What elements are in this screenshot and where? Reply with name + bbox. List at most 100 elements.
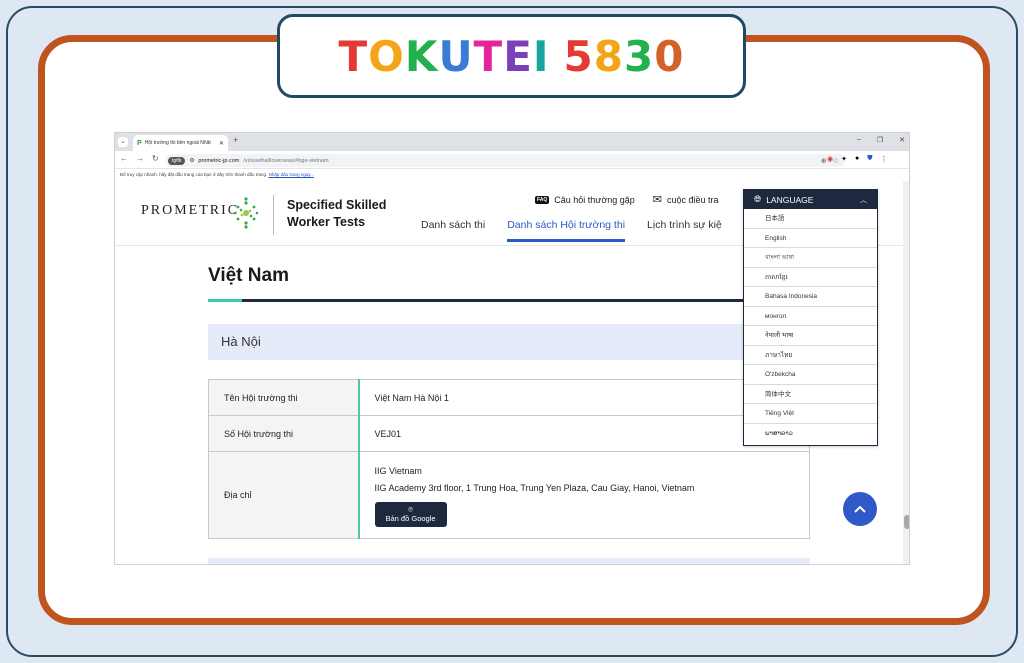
banner-title: T O K U T E I 5 8 3 0 (277, 14, 746, 98)
favicon-icon: P (137, 139, 142, 147)
address-line1: IIG Vietnam (374, 466, 422, 476)
language-option-uz[interactable]: O'zbekcha (744, 365, 877, 385)
banner-letter: 3 (624, 31, 655, 81)
language-option-ja[interactable]: 日本語 (744, 209, 877, 229)
profile-icon[interactable]: ● (855, 155, 859, 163)
import-bookmarks-link[interactable]: Nhập dấu trang ngay... (269, 172, 314, 177)
country-heading: Việt Nam (208, 265, 289, 286)
banner-letter: E (503, 31, 533, 81)
url-host: prometric-jp.com (198, 157, 240, 164)
language-option-lo[interactable]: ພາສາລາວ (744, 424, 877, 444)
hall-no-label: Số Hội trường thi (208, 415, 360, 452)
forward-icon[interactable]: → (136, 154, 144, 163)
language-option-ne[interactable]: नेपाली भाषा (744, 326, 877, 346)
language-option-id[interactable]: Bahasa Indonesia (744, 287, 877, 307)
table-row: Số Hội trường thi VEJ01 (208, 415, 810, 452)
language-option-bn[interactable]: বাংলা ভাষা (744, 248, 877, 268)
banner-letter: 8 (593, 31, 625, 81)
language-option-th[interactable]: ภาษาไทย (744, 346, 877, 365)
address-line2: IIG Academy 3rd floor, 1 Trung Hoa, Trun… (374, 483, 695, 493)
address-label: Địa chỉ (208, 451, 360, 539)
browser-tab[interactable]: P Hội trường thi bên ngoài Nhật ✕ (133, 135, 228, 151)
new-tab-button[interactable]: + (233, 135, 238, 145)
chevron-up-icon: ︿ (860, 196, 867, 204)
tab-title: Hội trường thi bên ngoài Nhật (144, 140, 211, 146)
table-row: Địa chỉ IIG Vietnam IIG Academy 3rd floo… (208, 451, 810, 539)
faq-label: Câu hỏi thường gặp (554, 194, 635, 205)
tab-bar: ⌄ P Hội trường thi bên ngoài Nhật ✕ + – … (115, 133, 909, 151)
logo-divider (273, 195, 274, 235)
language-label: LANGUAGE (766, 194, 814, 205)
minimize-icon[interactable]: – (857, 136, 861, 144)
banner-letter: T (473, 31, 504, 81)
close-tab-icon[interactable]: ✕ (219, 140, 224, 147)
heading-underline (208, 299, 810, 302)
globe-icon: 🌐︎ (754, 194, 762, 204)
extensions: ◉ ✦ ● ⛊ ⋮ (827, 155, 887, 163)
extension-icon[interactable]: ◉ (827, 155, 833, 163)
menu-icon[interactable]: ⋮ (880, 155, 887, 163)
site-title-line2: Worker Tests (287, 215, 366, 229)
survey-link[interactable]: ✉ cuộc điều tra (653, 193, 719, 206)
site-info-icon[interactable]: ⚙ (189, 158, 194, 164)
scrollbar-thumb[interactable] (904, 515, 909, 529)
chevron-up-icon (854, 505, 866, 513)
infobar-text: Để truy cập nhanh, hãy đặt dấu trang của… (120, 172, 268, 177)
google-map-button[interactable]: ⌾ Bản đồ Google (374, 502, 447, 527)
language-option-vi[interactable]: Tiếng Việt (744, 404, 877, 424)
utility-links: FAQ Câu hỏi thường gặp ✉ cuộc điều tra (535, 193, 719, 206)
banner-letter: O (368, 31, 405, 81)
city-heading: Hà Nội (208, 324, 810, 360)
scroll-to-top-button[interactable] (843, 492, 877, 526)
nav-schedule[interactable]: Lịch trình sự kiệ (647, 219, 722, 231)
map-button-label: Bản đồ Google (385, 514, 436, 523)
page-scrollbar[interactable] (903, 181, 909, 564)
restore-icon[interactable]: ❐ (877, 136, 883, 144)
faq-link[interactable]: FAQ Câu hỏi thường gặp (535, 193, 635, 206)
banner-letter: 0 (654, 31, 685, 81)
site-title[interactable]: Specified Skilled Worker Tests (287, 197, 386, 231)
reload-icon[interactable]: ↻ (152, 154, 159, 163)
site-title-line1: Specified Skilled (287, 198, 387, 212)
language-option-mn[interactable]: монгол (744, 307, 877, 326)
hall-name-label: Tên Hội trường thi (208, 379, 360, 416)
main-nav: Danh sách thi Danh sách Hội trường thi L… (421, 219, 722, 242)
url-path: /vi/ssw/hall/overseas/#bge-vietnam (243, 157, 329, 164)
nav-exam-list[interactable]: Danh sách thi (421, 219, 485, 231)
hall-info-table: Tên Hội trường thi Việt Nam Hà Nội 1 Số … (208, 379, 810, 539)
zoom-icon[interactable]: ⊕ (821, 157, 827, 165)
faq-icon: FAQ (535, 195, 550, 204)
language-toggle[interactable]: 🌐︎ LANGUAGE ︿ (744, 190, 877, 209)
nav-buttons: ← → ↻ (120, 154, 159, 163)
banner-letter: U (438, 31, 474, 81)
hall-name-value: Việt Nam Hà Nội 1 (358, 379, 810, 416)
shield-icon[interactable]: ⛊ (867, 155, 872, 163)
window-controls: – ❐ ✕ (857, 136, 905, 144)
address-bar: ← → ↻ tgtfk ⚙ prometric-jp.com/vi/ssw/ha… (115, 151, 909, 169)
nav-hall-list[interactable]: Danh sách Hội trường thi (507, 219, 625, 242)
address-cell: IIG Vietnam IIG Academy 3rd floor, 1 Tru… (358, 451, 810, 539)
prometric-star-icon (233, 197, 259, 229)
language-option-en[interactable]: English (744, 229, 877, 248)
language-option-zh[interactable]: 简体中文 (744, 385, 877, 404)
close-window-icon[interactable]: ✕ (899, 136, 905, 144)
banner-letter: T (338, 31, 369, 81)
heading-underline-accent (208, 299, 242, 302)
profile-chip[interactable]: tgtfk (168, 156, 186, 165)
tab-search-icon[interactable]: ⌄ (118, 137, 128, 147)
language-list: 日本語 English বাংলা ভাষা ភាសាខ្មែរ Bahasa … (744, 209, 877, 443)
survey-label: cuộc điều tra (666, 194, 719, 205)
mail-icon: ✉ (652, 194, 662, 206)
hall-no-value: VEJ01 (358, 415, 810, 452)
puzzle-icon[interactable]: ✦ (841, 155, 847, 163)
banner-letter: K (404, 31, 439, 81)
prometric-logo[interactable]: PROMETRIC (141, 203, 239, 219)
banner-letter: 5 (563, 31, 594, 81)
language-option-km[interactable]: ភាសាខ្មែរ (744, 268, 877, 287)
url-field[interactable]: tgtfk ⚙ prometric-jp.com/vi/ssw/hall/ove… (165, 154, 845, 167)
back-icon[interactable]: ← (120, 154, 128, 163)
language-dropdown: 🌐︎ LANGUAGE ︿ 日本語 English বাংলা ভাষা ភាស… (743, 189, 878, 446)
next-city-heading (208, 558, 810, 564)
map-pin-icon: ⌾ (408, 505, 413, 514)
table-row: Tên Hội trường thi Việt Nam Hà Nội 1 (208, 379, 810, 416)
